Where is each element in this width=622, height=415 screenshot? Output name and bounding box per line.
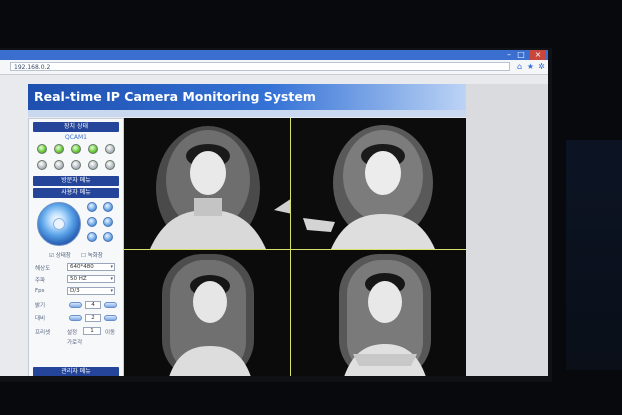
zoom-in-button[interactable] xyxy=(87,202,97,212)
brightness-down-button[interactable] xyxy=(69,302,82,308)
status-led-7 xyxy=(54,160,64,170)
address-toolbar: 192.168.0.2 ⌂ ★ ✲ xyxy=(0,60,548,75)
preset-goto-button[interactable]: 이동 xyxy=(105,328,115,336)
background-reflection xyxy=(566,140,622,370)
camera-4-image xyxy=(291,250,466,376)
resolution-label: 해상도 xyxy=(35,266,51,272)
grid-divider-horizontal xyxy=(124,249,466,250)
status-window-label: 상태창 xyxy=(55,253,71,259)
focus-far-button[interactable] xyxy=(103,217,113,227)
status-window-checkbox[interactable]: ☑ 상태창 xyxy=(49,251,71,259)
focus-near-button[interactable] xyxy=(87,217,97,227)
contrast-value: 2 xyxy=(85,314,101,322)
device-model-label: QCAM1 xyxy=(64,134,87,141)
fps-label: Fps xyxy=(35,288,45,294)
fps-select[interactable]: D/3 xyxy=(67,287,115,295)
iris-close-button[interactable] xyxy=(103,232,113,242)
page-content: Real-time IP Camera Monitoring System 장치… xyxy=(0,75,548,376)
frequency-label: 주파 xyxy=(35,278,46,284)
home-icon[interactable]: ⌂ xyxy=(515,62,524,71)
admin-menu-header[interactable]: 관리자 메뉴 xyxy=(33,367,119,376)
monitor-bezel: – □ × 192.168.0.2 ⌂ ★ ✲ Real-time IP Cam… xyxy=(0,48,552,382)
header-strip xyxy=(28,110,466,117)
camera-1-image xyxy=(124,118,290,249)
minimize-button[interactable]: – xyxy=(504,50,514,60)
preset-number-select[interactable]: 1 xyxy=(83,327,101,335)
camera-feed-3[interactable] xyxy=(124,250,290,376)
contrast-up-button[interactable] xyxy=(104,315,117,321)
record-window-label: 녹화창 xyxy=(87,253,103,259)
star-icon[interactable]: ★ xyxy=(526,62,535,71)
contrast-down-button[interactable] xyxy=(69,315,82,321)
status-led-5 xyxy=(105,144,115,154)
record-window-checkbox[interactable]: ☐ 녹화창 xyxy=(81,251,103,259)
status-led-9 xyxy=(88,160,98,170)
address-bar[interactable]: 192.168.0.2 xyxy=(10,62,510,71)
camera-2-image xyxy=(291,118,466,249)
brightness-value: 4 xyxy=(85,301,101,309)
preset-sub-label: 가로각 xyxy=(67,340,83,346)
status-led-2 xyxy=(54,144,64,154)
brightness-up-button[interactable] xyxy=(104,302,117,308)
camera-feed-4[interactable] xyxy=(291,250,466,376)
right-panel xyxy=(466,84,548,376)
device-status-header: 장치 상태 xyxy=(33,122,119,132)
browser-window: – □ × 192.168.0.2 ⌂ ★ ✲ Real-time IP Cam… xyxy=(0,50,548,376)
ptz-center-button[interactable] xyxy=(53,218,65,230)
resolution-select[interactable]: 640*480 xyxy=(67,263,115,271)
status-led-6 xyxy=(37,160,47,170)
close-button[interactable]: × xyxy=(530,50,546,60)
brightness-label: 밝기 xyxy=(35,303,46,309)
status-led-8 xyxy=(71,160,81,170)
maximize-button[interactable]: □ xyxy=(516,50,526,60)
camera-feed-1[interactable] xyxy=(124,118,290,249)
status-led-1 xyxy=(37,144,47,154)
visitor-menu-header[interactable]: 방문자 메뉴 xyxy=(33,176,119,186)
contrast-label: 대비 xyxy=(35,316,46,322)
grid-divider-vertical xyxy=(290,118,291,376)
zoom-out-button[interactable] xyxy=(103,202,113,212)
window-titlebar: – □ × xyxy=(0,50,548,60)
gear-icon[interactable]: ✲ xyxy=(537,62,546,71)
status-led-3 xyxy=(71,144,81,154)
preset-label: 프리셋 xyxy=(35,330,51,336)
ptz-joystick[interactable] xyxy=(37,202,81,246)
control-sidebar: 장치 상태 QCAM1 방문자 메뉴 사용자 메뉴 ☑ 상태창 ☐ 녹화창 해상… xyxy=(28,118,124,376)
user-menu-header[interactable]: 사용자 메뉴 xyxy=(33,188,119,198)
status-led-10 xyxy=(105,160,115,170)
preset-set-label: 설정 xyxy=(67,330,78,336)
status-led-4 xyxy=(88,144,98,154)
iris-open-button[interactable] xyxy=(87,232,97,242)
camera-3-image xyxy=(124,250,290,376)
page-header: Real-time IP Camera Monitoring System xyxy=(28,84,466,110)
frequency-select[interactable]: 50 HZ xyxy=(67,275,115,283)
camera-feed-2[interactable] xyxy=(291,118,466,249)
page-title: Real-time IP Camera Monitoring System xyxy=(34,89,316,104)
